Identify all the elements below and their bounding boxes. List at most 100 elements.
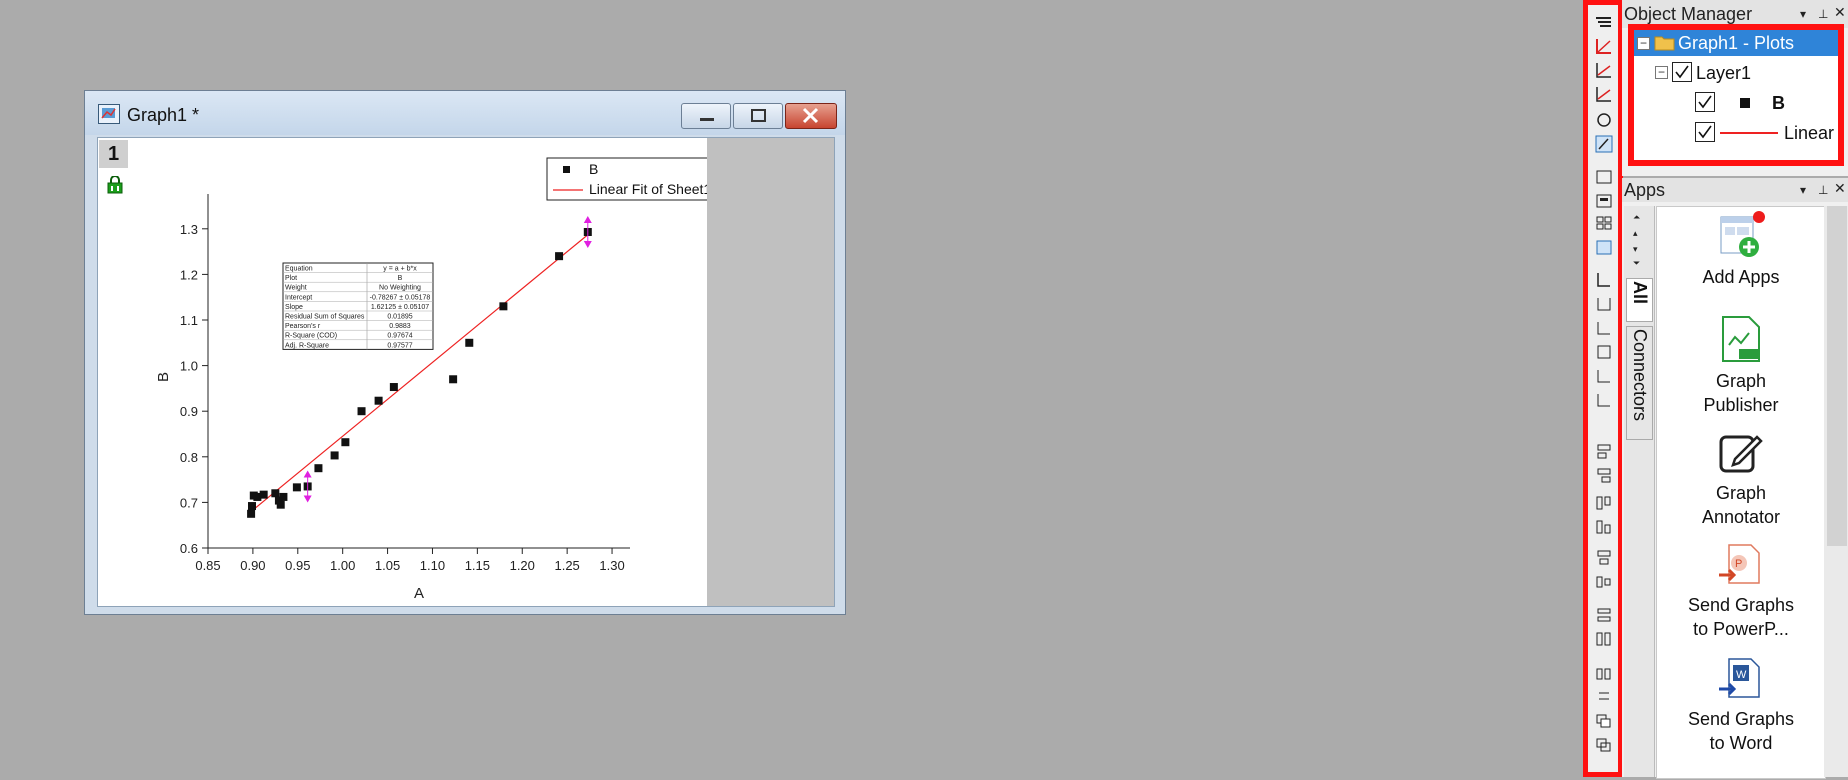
fit-table-key: Intercept (285, 294, 312, 301)
apps-pin-icon[interactable]: ⊥ (1818, 183, 1828, 197)
panel-dropdown-icon[interactable]: ▾ (1800, 7, 1806, 21)
app-label-line2: to PowerP... (1693, 619, 1789, 639)
data-point (292, 483, 301, 492)
graph-page[interactable]: 1 0.85 0.90 0.95 1.00 1.05 1.10 1.15 1.20 1.25 1.… (98, 138, 707, 606)
scroll-bottom-icon[interactable]: ⏷ (1633, 258, 1640, 269)
align-icon-1[interactable] (1597, 444, 1611, 459)
fit-table-key: Adj. R-Square (285, 342, 329, 349)
apps-header: Apps ▾ ⊥ ✕ (1622, 178, 1848, 202)
x-tick-label: 0.85 (195, 558, 220, 573)
fit-table-key: R-Square (COD) (285, 333, 337, 340)
apps-scrollbar[interactable] (1824, 206, 1848, 777)
graph-titlebar[interactable]: Graph1 * (85, 91, 845, 135)
plot-fit-label: Linear F (1784, 123, 1838, 143)
pin-icon[interactable]: ⊥ (1818, 7, 1828, 21)
layer-label: Layer1 (1696, 63, 1752, 83)
axis-icon-3[interactable] (1597, 322, 1610, 335)
app-item[interactable]: Graph Publisher (1657, 315, 1825, 423)
y-tick-label: 1.3 (180, 222, 198, 237)
tree-layer-row[interactable]: − Layer1 (1634, 58, 1838, 86)
scroll-up-icon[interactable]: ▴ (1633, 228, 1638, 239)
distribute-icon-4[interactable] (1599, 692, 1609, 700)
tab-connectors[interactable]: Connectors (1626, 326, 1653, 440)
data-reader-icon[interactable] (1595, 135, 1613, 153)
axes-y-icon[interactable] (1596, 87, 1611, 102)
word-icon: W (1715, 657, 1763, 710)
data-point (499, 302, 508, 311)
apps-title: Apps (1624, 180, 1666, 200)
panel-close-icon[interactable]: ✕ (1834, 4, 1846, 21)
powerpoint-icon: P (1715, 543, 1763, 596)
align-icon-6[interactable] (1596, 576, 1611, 588)
axes-x-icon[interactable] (1596, 63, 1611, 78)
minimize-button[interactable] (681, 103, 731, 129)
collapse-layer-icon[interactable]: − (1655, 66, 1668, 79)
fit-table-key: Equation (285, 266, 313, 273)
scatter-plot[interactable]: 0.85 0.90 0.95 1.00 1.05 1.10 1.15 1.20 1.25 1.30… (98, 138, 707, 606)
add-apps-icon (1719, 211, 1767, 264)
tree-plot-row-b[interactable]: B (1634, 88, 1838, 116)
align-icon-2[interactable] (1597, 468, 1611, 483)
scroll-top-icon[interactable]: ⏶ (1633, 212, 1640, 223)
x-tick-label: 1.10 (420, 558, 445, 573)
axis-icon-5[interactable] (1597, 370, 1610, 383)
maximize-button[interactable] (733, 103, 783, 129)
front-icon[interactable] (1596, 714, 1611, 728)
tree-root-row[interactable]: − Graph1 - Plots (1634, 30, 1838, 56)
y-tick-label: 1.2 (180, 267, 198, 282)
axis-icon-1[interactable] (1597, 273, 1610, 287)
distribute-icon-2[interactable] (1596, 632, 1611, 646)
y-tick-label: 0.6 (180, 541, 198, 556)
app-item[interactable]: P Send Graphs to PowerP... (1657, 543, 1825, 651)
apps-scroll-thumb[interactable] (1827, 206, 1847, 546)
legend-marker (563, 166, 570, 173)
plot-fit-checkbox[interactable] (1695, 122, 1715, 142)
fit-table-value: 0.01895 (387, 314, 412, 321)
apps-close-icon[interactable]: ✕ (1834, 180, 1846, 197)
layer-icon-4[interactable] (1596, 240, 1612, 255)
apps-list: Add Apps Graph Publisher Graph Annotator… (1656, 206, 1826, 779)
legend-label: B (589, 161, 598, 177)
app-item[interactable]: Add Apps (1657, 207, 1825, 307)
graph-annotator-icon (1717, 429, 1765, 482)
axis-icon-4[interactable] (1597, 345, 1611, 359)
axes-red-icon[interactable] (1596, 39, 1611, 54)
close-button[interactable] (785, 103, 837, 129)
collapse-icon[interactable]: − (1637, 37, 1650, 50)
apps-side-tabs: ⏶ ▴ ▾ ⏷ All Connectors (1624, 206, 1655, 777)
axis-icon-2[interactable] (1597, 298, 1611, 311)
app-label-line1: Graph (1715, 483, 1767, 503)
data-point (247, 509, 256, 518)
layer-icon-1[interactable] (1596, 170, 1612, 184)
layer-icon-2[interactable] (1596, 194, 1612, 208)
graph-client-area: 1 0.85 0.90 0.95 1.00 1.05 1.10 1.15 1.20 1.25 1.… (97, 137, 835, 607)
fit-table-key: Plot (285, 275, 297, 282)
tab-all[interactable]: All (1626, 278, 1653, 322)
plot-b-checkbox[interactable] (1695, 92, 1715, 112)
tree-root-label: Graph1 - Plots (1678, 33, 1795, 53)
app-item[interactable]: W Send Graphs to Word (1657, 657, 1825, 765)
app-item[interactable]: Graph Annotator (1657, 429, 1825, 537)
data-point (330, 451, 339, 460)
apps-dropdown-icon[interactable]: ▾ (1800, 183, 1806, 197)
layer-checkbox[interactable] (1672, 62, 1692, 82)
svg-text:W: W (1736, 669, 1747, 681)
back-icon[interactable] (1596, 738, 1611, 752)
graph-window[interactable]: Graph1 * 1 0.85 0.90 0.95 1.00 1.05 1.10 1.15 1… (84, 90, 846, 615)
align-icon-5[interactable] (1597, 550, 1611, 565)
layer-icon-3[interactable] (1596, 216, 1612, 230)
axis-icon-6[interactable] (1597, 394, 1610, 407)
align-icon-4[interactable] (1596, 520, 1611, 534)
rotate-icon[interactable] (1597, 113, 1611, 127)
graph-window-title: Graph1 * (127, 105, 200, 125)
distribute-icon-3[interactable] (1596, 668, 1611, 680)
tree-plot-row-fit[interactable]: Linear F (1634, 118, 1838, 146)
app-label-line2: Annotator (1701, 507, 1781, 527)
align-icon-3[interactable] (1596, 496, 1611, 510)
square-marker-icon (1740, 98, 1750, 108)
graph-window-icon (98, 104, 120, 124)
x-tick-label: 1.30 (599, 558, 624, 573)
distribute-icon-1[interactable] (1597, 608, 1611, 622)
rescale-icon[interactable] (1596, 17, 1611, 27)
scroll-down-icon[interactable]: ▾ (1633, 244, 1638, 255)
